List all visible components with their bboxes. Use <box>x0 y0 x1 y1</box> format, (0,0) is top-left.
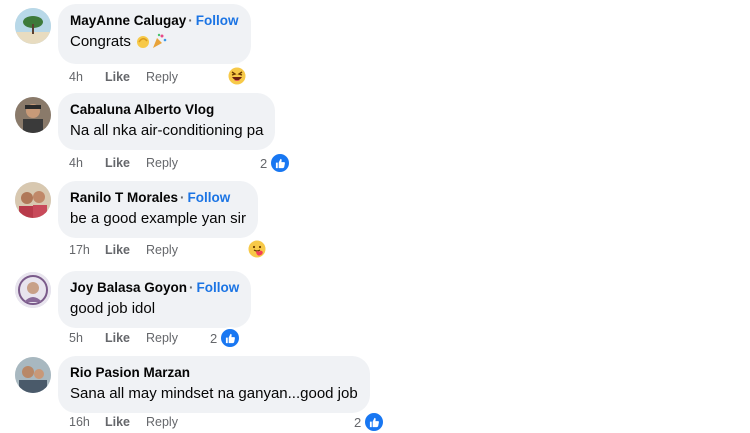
reaction-count: 2 <box>210 330 218 346</box>
party-popper-icon <box>151 33 167 55</box>
comment-bubble: Joy Balasa Goyon · Follow good job idol <box>58 271 252 328</box>
avatar[interactable] <box>15 97 51 133</box>
reply-button[interactable]: Reply <box>146 156 178 170</box>
follow-button[interactable]: Follow <box>188 190 231 205</box>
comment-bubble: Ranilo T Morales · Follow be a good exampl… <box>58 181 258 238</box>
comment-bubble: MayAnne Calugay · Follow Congrats <box>58 4 251 64</box>
follow-button[interactable]: Follow <box>196 13 239 28</box>
comment-bubble: Cabaluna Alberto Vlog Na all nka air-con… <box>58 93 276 150</box>
like-button[interactable]: Like <box>105 156 146 170</box>
like-button[interactable]: Like <box>105 331 146 345</box>
avatar[interactable] <box>15 272 51 308</box>
like-button[interactable]: Like <box>105 243 146 257</box>
avatar[interactable] <box>15 357 51 393</box>
reaction-summary[interactable]: 2 <box>210 327 242 349</box>
comment-author[interactable]: Ranilo T Morales <box>70 190 178 205</box>
comment-text: Congrats <box>70 31 239 55</box>
like-icon <box>363 411 386 433</box>
care-icon[interactable] <box>247 239 267 259</box>
comment-text: Na all nka air-conditioning pa <box>70 122 264 139</box>
comment-timestamp[interactable]: 4h <box>69 156 105 170</box>
clapping-hands-icon <box>135 33 151 55</box>
comment-actions: 4h Like Reply <box>69 155 178 171</box>
comment-author[interactable]: Cabaluna Alberto Vlog <box>70 102 214 117</box>
like-icon <box>269 152 292 174</box>
separator-dot: · <box>189 280 194 295</box>
comment-actions: 16h Like Reply <box>69 414 178 430</box>
comment-feed: MayAnne Calugay · Follow Congrats 4h Like … <box>0 0 750 433</box>
reaction-summary[interactable]: 2 <box>260 152 292 174</box>
comment-text: good job idol <box>70 300 156 317</box>
reaction-count: 2 <box>260 155 268 171</box>
reply-button[interactable]: Reply <box>146 331 178 345</box>
haha-icon[interactable] <box>227 66 247 86</box>
comment-actions: 4h Like Reply <box>69 69 178 85</box>
comment-bubble: Rio Pasion Marzan Sana all may mindset n… <box>58 356 370 413</box>
follow-button[interactable]: Follow <box>197 280 240 295</box>
comment-text: be a good example yan sir <box>70 210 246 227</box>
comment-timestamp[interactable]: 5h <box>69 331 105 345</box>
comment-actions: 17h Like Reply <box>69 242 178 258</box>
reaction-count: 2 <box>354 414 362 430</box>
comment-author[interactable]: Rio Pasion Marzan <box>70 365 190 380</box>
reaction-summary[interactable]: 2 <box>354 411 386 433</box>
comment-text-content: Congrats <box>70 33 131 50</box>
avatar[interactable] <box>15 8 51 44</box>
like-icon <box>219 327 242 349</box>
avatar[interactable] <box>15 182 51 218</box>
separator-dot: · <box>180 190 185 205</box>
like-button[interactable]: Like <box>105 70 146 84</box>
comment-author[interactable]: Joy Balasa Goyon <box>70 280 187 295</box>
comment-actions: 5h Like Reply <box>69 330 178 346</box>
reply-button[interactable]: Reply <box>146 243 178 257</box>
separator-dot: · <box>188 13 193 28</box>
comment-author[interactable]: MayAnne Calugay <box>70 13 186 28</box>
reply-button[interactable]: Reply <box>146 70 178 84</box>
comment-timestamp[interactable]: 4h <box>69 70 105 84</box>
comment-timestamp[interactable]: 17h <box>69 243 105 257</box>
comment-text: Sana all may mindset na ganyan...good jo… <box>70 385 358 402</box>
